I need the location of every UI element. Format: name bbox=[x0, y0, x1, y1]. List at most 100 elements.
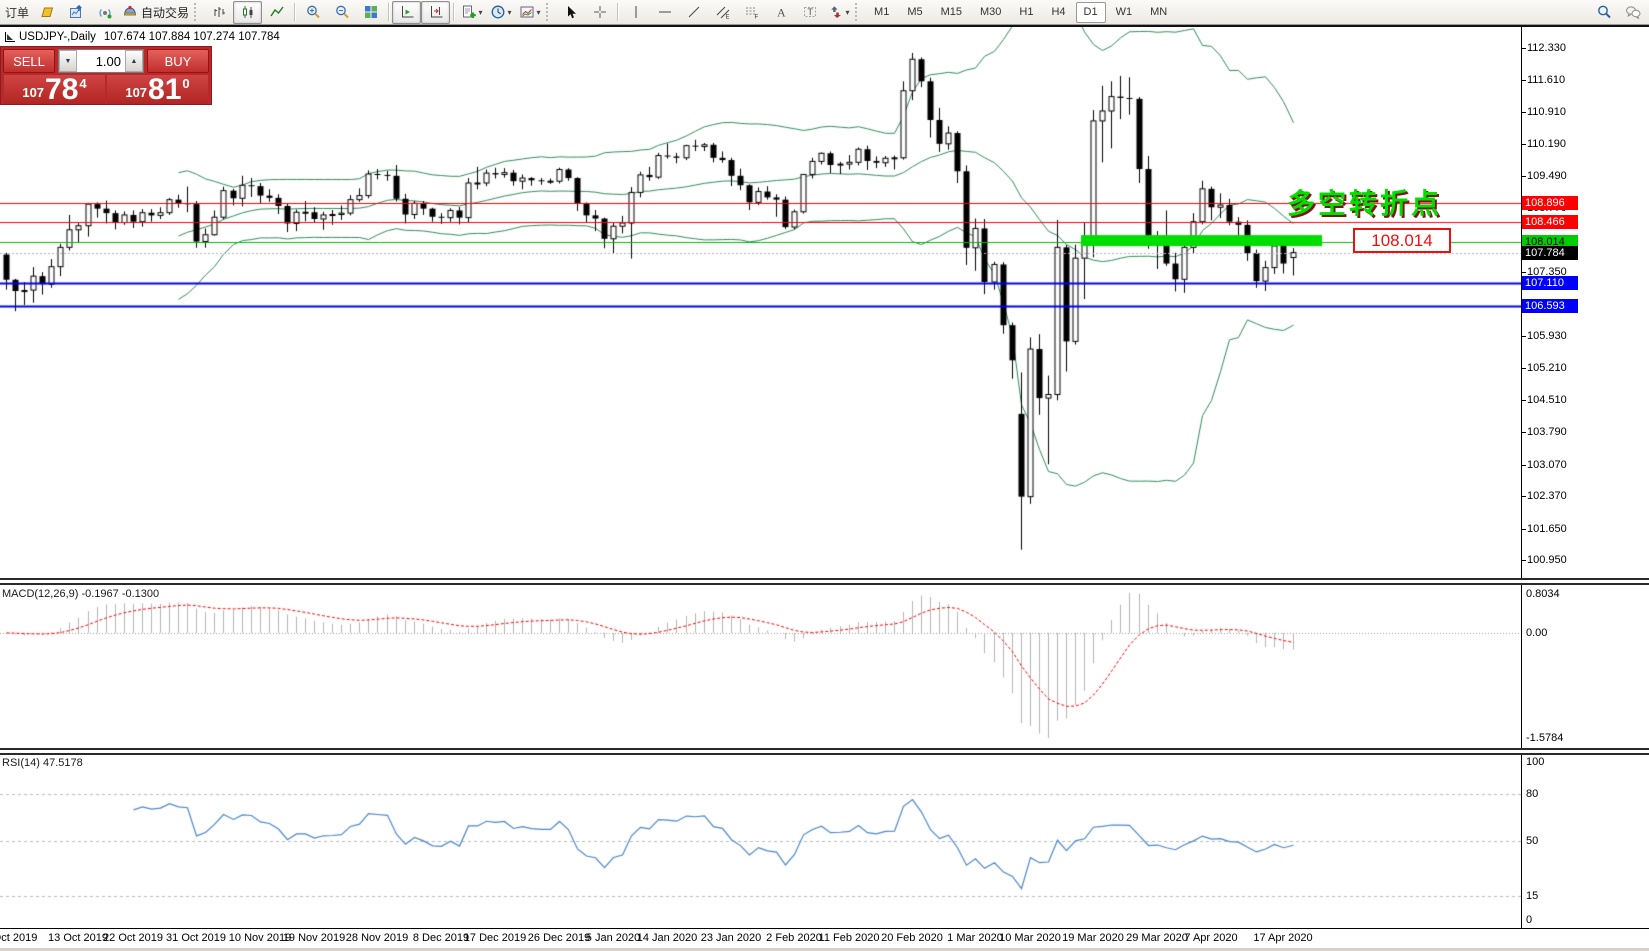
price-tick-label[interactable]: 104.510 bbox=[1527, 394, 1567, 406]
bar-chart-button[interactable] bbox=[204, 1, 233, 24]
date-axis-label[interactable]: 31 Oct 2019 bbox=[166, 932, 226, 944]
auto-scroll-button[interactable] bbox=[392, 1, 421, 24]
date-axis-label[interactable]: 29 Mar 2020 bbox=[1126, 932, 1188, 944]
arrows-button[interactable]: ▾ bbox=[824, 1, 853, 24]
price-tag-108014[interactable]: 108.014 bbox=[1353, 228, 1451, 253]
text-button[interactable]: A bbox=[766, 1, 795, 24]
main-chart-canvas[interactable] bbox=[0, 27, 1521, 578]
date-axis-label[interactable]: 22 Oct 2019 bbox=[103, 932, 163, 944]
price-tick-label[interactable]: 105.930 bbox=[1527, 330, 1567, 342]
tf-d1[interactable]: D1 bbox=[1076, 2, 1106, 23]
price-tick-label[interactable]: 105.210 bbox=[1527, 362, 1567, 374]
sell-button[interactable]: SELL bbox=[3, 49, 55, 73]
date-axis-label[interactable]: 5 Jan 2020 bbox=[586, 932, 640, 944]
price-level-label[interactable]: 108.466 bbox=[1522, 215, 1578, 229]
chevron-down-icon[interactable]: ▾ bbox=[479, 8, 483, 17]
publish-chart-button[interactable] bbox=[61, 1, 90, 24]
macd-axis-max[interactable]: 0.8034 bbox=[1526, 588, 1560, 600]
line-chart-button[interactable] bbox=[262, 1, 291, 24]
candlestick-button[interactable] bbox=[233, 1, 262, 24]
rsi-panel-canvas[interactable] bbox=[0, 754, 1521, 928]
cursor-button[interactable] bbox=[556, 1, 585, 24]
toolbar-grip[interactable] bbox=[546, 3, 554, 21]
date-axis-label[interactable]: 20 Feb 2020 bbox=[881, 932, 943, 944]
buy-button[interactable]: BUY bbox=[147, 49, 209, 73]
chevron-down-icon[interactable]: ▾ bbox=[846, 8, 850, 17]
tf-m1[interactable]: M1 bbox=[866, 2, 897, 23]
date-axis-label[interactable]: 11 Feb 2020 bbox=[819, 932, 880, 944]
price-tick-label[interactable]: 111.610 bbox=[1527, 74, 1565, 86]
volume-input[interactable] bbox=[77, 50, 125, 72]
rsi-axis-label[interactable]: 50 bbox=[1526, 835, 1538, 847]
tf-m15[interactable]: M15 bbox=[933, 2, 970, 23]
buy-price-display[interactable]: 107 81 0 bbox=[107, 75, 208, 104]
date-axis-label[interactable]: 1 Mar 2020 bbox=[947, 932, 1003, 944]
price-tick-label[interactable]: 100.950 bbox=[1527, 554, 1567, 566]
panel-splitter[interactable] bbox=[0, 748, 1649, 755]
tf-mn[interactable]: MN bbox=[1142, 2, 1175, 23]
date-axis-label[interactable]: 17 Dec 2019 bbox=[464, 932, 526, 944]
date-axis-label[interactable]: 17 Apr 2020 bbox=[1253, 932, 1312, 944]
price-tick-label[interactable]: 110.190 bbox=[1527, 138, 1566, 150]
turning-point-annotation[interactable]: 多空转折点 bbox=[1287, 182, 1442, 222]
vertical-line-button[interactable] bbox=[621, 1, 650, 24]
macd-panel-canvas[interactable] bbox=[0, 585, 1521, 748]
date-axis-label[interactable]: Oct 2019 bbox=[0, 932, 37, 944]
channel-button[interactable]: E bbox=[708, 1, 737, 24]
price-tick-label[interactable]: 109.490 bbox=[1527, 170, 1567, 182]
date-axis-label[interactable]: 10 Mar 2020 bbox=[999, 932, 1061, 944]
tile-windows-button[interactable] bbox=[356, 1, 385, 24]
tf-m5[interactable]: M5 bbox=[899, 2, 930, 23]
price-level-label[interactable]: 107.110 bbox=[1522, 276, 1578, 290]
toolbar-grip[interactable] bbox=[855, 3, 863, 21]
price-tick-label[interactable]: 103.790 bbox=[1527, 426, 1567, 438]
autotrading-button[interactable]: 自动交易 bbox=[119, 1, 192, 24]
periods-button[interactable]: ▾ bbox=[486, 1, 515, 24]
date-axis-label[interactable]: 23 Jan 2020 bbox=[701, 932, 762, 944]
trendline-button[interactable] bbox=[679, 1, 708, 24]
new-order-button[interactable]: 订单 bbox=[2, 1, 32, 24]
date-axis-label[interactable]: 8 Dec 2019 bbox=[413, 932, 469, 944]
zoom-out-button[interactable] bbox=[327, 1, 356, 24]
date-axis-label[interactable]: 19 Mar 2020 bbox=[1062, 932, 1124, 944]
fibonacci-button[interactable]: F bbox=[737, 1, 766, 24]
date-axis-label[interactable]: 14 Jan 2020 bbox=[637, 932, 698, 944]
date-axis-label[interactable]: 7 Apr 2020 bbox=[1184, 932, 1237, 944]
price-tick-label[interactable]: 112.330 bbox=[1527, 42, 1566, 54]
date-axis-label[interactable]: 28 Nov 2019 bbox=[346, 932, 408, 944]
volume-decrease-button[interactable]: ▼ bbox=[59, 50, 77, 72]
date-axis-label[interactable]: 26 Dec 2019 bbox=[528, 932, 590, 944]
sell-price-display[interactable]: 107 78 4 bbox=[4, 75, 105, 104]
metaeditor-button[interactable] bbox=[32, 1, 61, 24]
tf-w1[interactable]: W1 bbox=[1108, 2, 1141, 23]
indicators-button[interactable]: ▾ bbox=[457, 1, 486, 24]
date-axis-label[interactable]: 19 Nov 2019 bbox=[283, 932, 345, 944]
tf-h1[interactable]: H1 bbox=[1011, 2, 1041, 23]
horizontal-line-button[interactable] bbox=[650, 1, 679, 24]
macd-axis-zero[interactable]: 0.00 bbox=[1526, 627, 1547, 639]
price-level-label[interactable]: 108.896 bbox=[1522, 196, 1578, 210]
toolbar-grip[interactable] bbox=[194, 3, 202, 21]
chart-shift-button[interactable] bbox=[421, 1, 450, 24]
macd-axis-min[interactable]: -1.5784 bbox=[1526, 732, 1563, 744]
crosshair-button[interactable] bbox=[585, 1, 614, 24]
date-axis-label[interactable]: 2 Feb 2020 bbox=[766, 932, 822, 944]
price-tick-label[interactable]: 101.650 bbox=[1527, 523, 1567, 535]
rsi-axis-label[interactable]: 15 bbox=[1526, 890, 1538, 902]
templates-button[interactable]: ▾ bbox=[515, 1, 544, 24]
rsi-axis-label[interactable]: 0 bbox=[1526, 914, 1532, 926]
price-level-label[interactable]: 107.784 bbox=[1522, 246, 1578, 260]
signals-button[interactable] bbox=[90, 1, 119, 24]
chevron-down-icon[interactable]: ▾ bbox=[508, 8, 512, 17]
rsi-axis-label[interactable]: 80 bbox=[1526, 788, 1538, 800]
date-axis-label[interactable]: 13 Oct 2019 bbox=[48, 932, 108, 944]
price-tick-label[interactable]: 103.070 bbox=[1527, 459, 1567, 471]
label-button[interactable]: T bbox=[795, 1, 824, 24]
volume-increase-button[interactable]: ▲ bbox=[125, 50, 143, 72]
panel-splitter[interactable] bbox=[0, 578, 1649, 585]
price-tick-label[interactable]: 110.910 bbox=[1527, 106, 1566, 118]
tf-h4[interactable]: H4 bbox=[1043, 2, 1073, 23]
price-level-label[interactable]: 106.593 bbox=[1522, 299, 1578, 313]
chevron-down-icon[interactable]: ▾ bbox=[537, 8, 541, 17]
search-button[interactable] bbox=[1589, 1, 1618, 24]
